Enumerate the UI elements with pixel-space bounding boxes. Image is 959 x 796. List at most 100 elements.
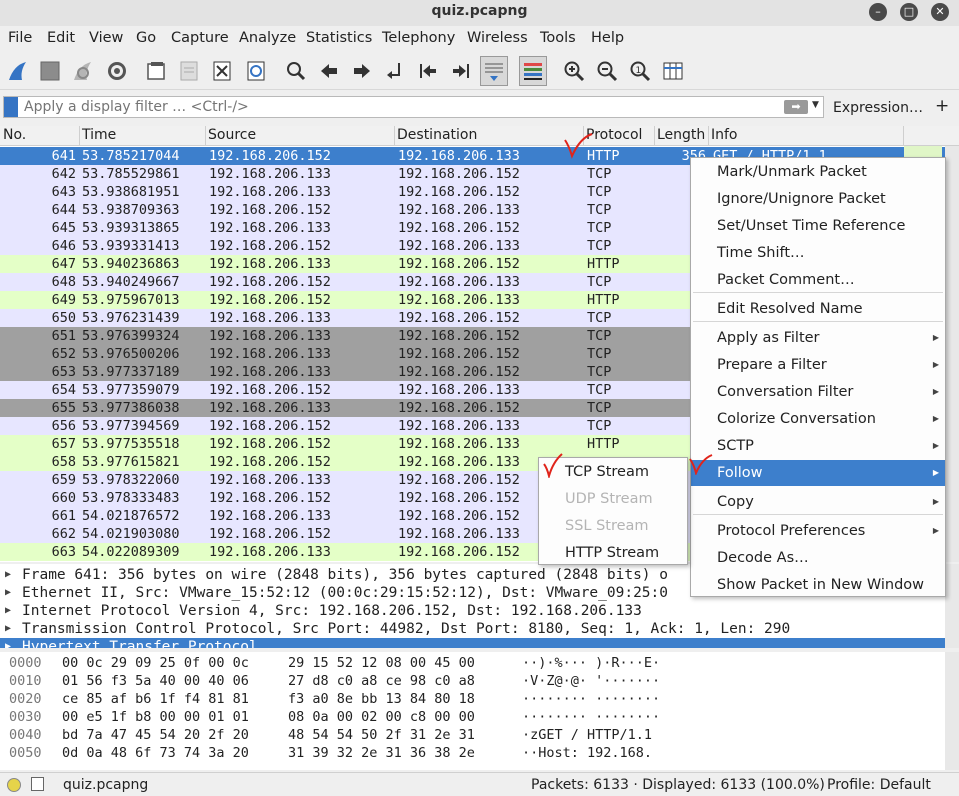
- minimize-icon[interactable]: –: [869, 3, 887, 21]
- column-source[interactable]: Source: [208, 127, 256, 143]
- context-menu-item[interactable]: Apply as Filter ▶: [691, 325, 945, 351]
- menu-statistics[interactable]: Statistics: [306, 30, 372, 46]
- chevron-down-icon[interactable]: ▼: [812, 100, 819, 110]
- context-menu-item[interactable]: Copy ▶: [691, 489, 945, 515]
- follow-submenu-item[interactable]: HTTP Stream: [539, 540, 687, 567]
- search-icon[interactable]: [283, 58, 309, 84]
- zoom-normal-icon[interactable]: 1: [627, 58, 653, 84]
- autoscroll-icon[interactable]: [480, 56, 508, 86]
- follow-submenu-item: SSL Stream: [539, 513, 687, 540]
- menu-analyze[interactable]: Analyze: [239, 30, 296, 46]
- last-packet-icon[interactable]: [448, 58, 474, 84]
- menu-file[interactable]: File: [8, 30, 32, 46]
- hex-row[interactable]: 0050 0d 0a 48 6f 73 74 3a 20 31 39 32 2e 3…: [0, 744, 945, 762]
- context-menu-item[interactable]: Prepare a Filter ▶: [691, 352, 945, 378]
- menu-tools[interactable]: Tools: [540, 30, 576, 46]
- hex-row[interactable]: 0040 bd 7a 47 45 54 20 2f 20 48 54 54 50 2…: [0, 726, 945, 744]
- context-menu-item[interactable]: Colorize Conversation ▶: [691, 406, 945, 432]
- follow-submenu-item-label: HTTP Stream: [565, 545, 660, 561]
- hex-ascii: ··Host: 192.168.: [522, 745, 653, 761]
- menu-go[interactable]: Go: [136, 30, 156, 46]
- status-profile[interactable]: Profile: Default: [827, 777, 931, 793]
- column-length[interactable]: Length: [657, 127, 705, 143]
- expand-arrow-icon[interactable]: ▶: [5, 620, 11, 638]
- menu-telephony[interactable]: Telephony: [382, 30, 455, 46]
- expand-arrow-icon[interactable]: ▶: [5, 566, 11, 584]
- context-menu-item[interactable]: Conversation Filter ▶: [691, 379, 945, 405]
- menu-wireless[interactable]: Wireless: [467, 30, 528, 46]
- open-folder-icon[interactable]: [143, 58, 169, 84]
- hex-row[interactable]: 0010 01 56 f3 5a 40 00 40 06 27 d8 c0 a8 c…: [0, 672, 945, 690]
- context-menu-item[interactable]: Edit Resolved Name: [691, 296, 945, 322]
- column-protocol[interactable]: Protocol: [586, 127, 642, 143]
- expression-button[interactable]: Expression…: [833, 100, 923, 116]
- column-destination[interactable]: Destination: [397, 127, 477, 143]
- context-menu-item[interactable]: Decode As…: [691, 545, 945, 571]
- zoom-out-icon[interactable]: [594, 58, 620, 84]
- column-info[interactable]: Info: [711, 127, 738, 143]
- expert-info-icon[interactable]: [7, 778, 21, 792]
- close-file-icon[interactable]: [209, 58, 235, 84]
- column-no[interactable]: No.: [3, 127, 26, 143]
- packet-list-scrollbar[interactable]: [945, 146, 959, 562]
- follow-submenu-item-label: TCP Stream: [565, 464, 649, 480]
- forward-arrow-icon[interactable]: [349, 58, 375, 84]
- annotation-checkmark: [543, 453, 563, 478]
- bytes-scrollbar[interactable]: [945, 652, 959, 770]
- column-time[interactable]: Time: [82, 127, 116, 143]
- capture-comment-icon[interactable]: [31, 777, 44, 791]
- zoom-in-icon[interactable]: [561, 58, 587, 84]
- context-menu-item[interactable]: SCTP ▶: [691, 433, 945, 459]
- context-menu-item[interactable]: Time Shift…: [691, 240, 945, 266]
- detail-row-http[interactable]: ▶ Hypertext Transfer Protocol: [0, 638, 945, 648]
- cell-source: 192.168.206.133: [209, 472, 331, 488]
- menu-help[interactable]: Help: [591, 30, 624, 46]
- shark-fin-start-icon[interactable]: [5, 58, 31, 84]
- menu-view[interactable]: View: [89, 30, 123, 46]
- context-menu-item[interactable]: Set/Unset Time Reference: [691, 213, 945, 239]
- context-menu-item[interactable]: Ignore/Unignore Packet: [691, 186, 945, 212]
- display-filter-field[interactable]: ➡ ▼: [3, 96, 824, 118]
- cell-destination: 192.168.206.133: [398, 238, 520, 254]
- gear-options-icon[interactable]: [104, 58, 130, 84]
- detail-row-ip[interactable]: ▶ Internet Protocol Version 4, Src: 192.1…: [0, 602, 945, 620]
- back-arrow-icon[interactable]: [316, 58, 342, 84]
- add-filter-button[interactable]: +: [935, 96, 949, 116]
- expand-arrow-icon[interactable]: ▶: [5, 584, 11, 602]
- cell-source: 192.168.206.152: [209, 382, 331, 398]
- menu-edit[interactable]: Edit: [47, 30, 75, 46]
- maximize-icon[interactable]: □: [900, 3, 918, 21]
- hex-row[interactable]: 0020 ce 85 af b6 1f f4 81 81 f3 a0 8e bb 1…: [0, 690, 945, 708]
- context-menu-item[interactable]: Mark/Unmark Packet: [691, 159, 945, 185]
- go-to-packet-icon[interactable]: [382, 58, 408, 84]
- detail-row-tcp[interactable]: ▶ Transmission Control Protocol, Src Port…: [0, 620, 945, 638]
- save-file-icon[interactable]: [176, 58, 202, 84]
- details-scrollbar[interactable]: [945, 564, 959, 648]
- first-packet-icon[interactable]: [415, 58, 441, 84]
- cell-time: 53.977337189: [82, 364, 180, 380]
- hex-row[interactable]: 0030 00 e5 1f b8 00 00 01 01 08 0a 00 02 0…: [0, 708, 945, 726]
- apply-filter-arrow-icon[interactable]: ➡: [784, 100, 808, 114]
- expand-arrow-icon[interactable]: ▶: [5, 638, 11, 648]
- context-menu-item[interactable]: Packet Comment…: [691, 267, 945, 293]
- cell-destination: 192.168.206.133: [398, 526, 520, 542]
- stop-square-icon[interactable]: [37, 58, 63, 84]
- colorize-icon[interactable]: [519, 56, 547, 86]
- cell-source: 192.168.206.152: [209, 148, 331, 164]
- expand-arrow-icon[interactable]: ▶: [5, 602, 11, 620]
- cell-no: 642: [51, 166, 76, 182]
- cell-no: 646: [51, 238, 76, 254]
- close-icon[interactable]: ✕: [931, 3, 949, 21]
- context-menu-item[interactable]: Follow ▶: [691, 460, 945, 486]
- hex-b: 27 d8 c0 a8 ce 98 c0 a8: [288, 673, 475, 689]
- display-filter-input[interactable]: [20, 97, 780, 117]
- menu-capture[interactable]: Capture: [171, 30, 229, 46]
- restart-fin-icon[interactable]: [70, 58, 96, 84]
- resize-columns-icon[interactable]: [660, 58, 686, 84]
- cell-no: 660: [51, 490, 76, 506]
- hex-row[interactable]: 0000 00 0c 29 09 25 0f 00 0c 29 15 52 12 0…: [0, 654, 945, 672]
- context-menu-item[interactable]: Show Packet in New Window: [691, 572, 945, 598]
- reload-icon[interactable]: [243, 58, 269, 84]
- context-menu-item[interactable]: Protocol Preferences ▶: [691, 518, 945, 544]
- bookmark-icon[interactable]: [4, 97, 18, 117]
